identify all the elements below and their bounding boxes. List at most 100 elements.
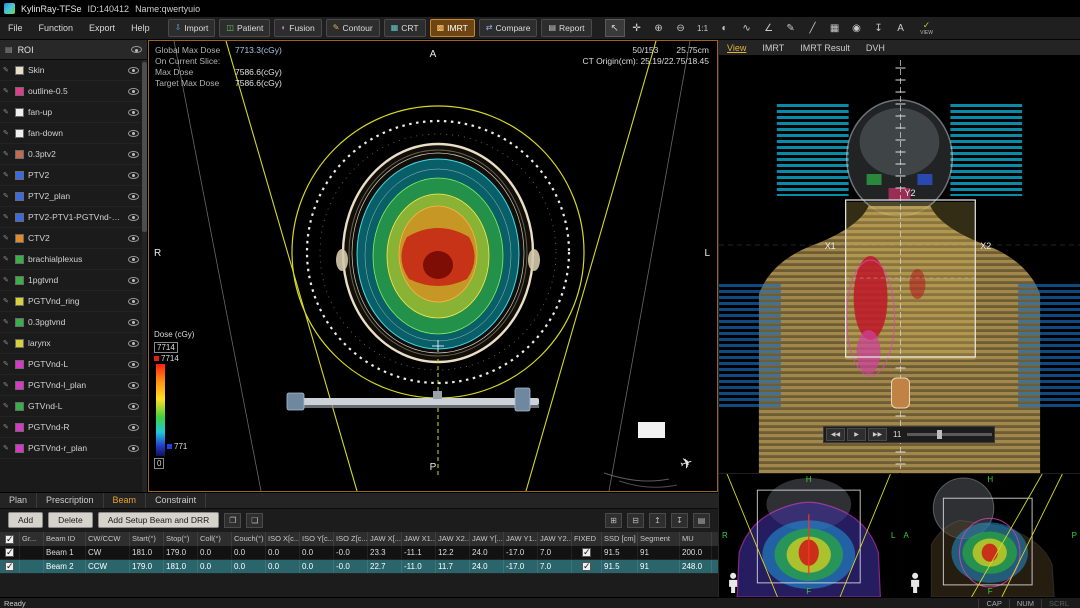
toolbar-button-report[interactable]: ▤ Report: [541, 19, 591, 37]
view-options-button[interactable]: ✓ VIEW: [914, 21, 940, 36]
copy-beam-icon[interactable]: ❐: [224, 513, 241, 528]
row-checkbox[interactable]: [0, 560, 20, 573]
toolbar-button-compare[interactable]: ⇄ Compare: [479, 19, 538, 37]
toolbar-button-import[interactable]: ⇩ Import: [168, 19, 216, 37]
roi-color-swatch[interactable]: [15, 192, 24, 201]
eye-icon[interactable]: [128, 214, 139, 221]
beam-list-icon[interactable]: ▤: [693, 513, 710, 528]
eye-icon[interactable]: [128, 172, 139, 179]
menu-file[interactable]: File: [0, 17, 31, 39]
tab-plan[interactable]: Plan: [0, 493, 37, 508]
roi-color-swatch[interactable]: [15, 129, 24, 138]
roi-color-swatch[interactable]: [15, 360, 24, 369]
beam-row-1[interactable]: Beam 1 CW 181.0 179.0 0.0 0.0 0.0 0.0 -0…: [0, 546, 718, 560]
eye-icon[interactable]: [128, 277, 139, 284]
roi-color-swatch[interactable]: [15, 444, 24, 453]
eye-icon[interactable]: [128, 361, 139, 368]
roi-row[interactable]: ✎brachialplexus: [0, 249, 142, 270]
roi-row[interactable]: ✎CTV2: [0, 228, 142, 249]
roi-color-swatch[interactable]: [15, 213, 24, 222]
menu-help[interactable]: Help: [123, 17, 158, 39]
tab-prescription[interactable]: Prescription: [37, 493, 104, 508]
eye-icon[interactable]: [131, 46, 142, 53]
roi-scrollbar[interactable]: [142, 60, 147, 492]
roi-row[interactable]: ✎PGTVnd-L: [0, 354, 142, 375]
toolbar-button-patient[interactable]: ◫ Patient: [219, 19, 270, 37]
toolbar-button-fusion[interactable]: ◐ Fusion: [274, 19, 321, 37]
roi-color-swatch[interactable]: [15, 276, 24, 285]
angle-measure-icon[interactable]: ∠: [759, 19, 779, 37]
capture-tool-icon[interactable]: ◉: [847, 19, 867, 37]
axial-ct-viewport[interactable]: ✈ Global Max Dose7713.3(cGy) On Current …: [148, 40, 718, 492]
eye-icon[interactable]: [128, 256, 139, 263]
eye-icon[interactable]: [128, 445, 139, 452]
roi-row[interactable]: ✎1pgtvnd: [0, 270, 142, 291]
add-beam-button[interactable]: Add: [8, 512, 43, 528]
tab-constraint[interactable]: Constraint: [146, 493, 206, 508]
move-beam-down-icon[interactable]: ↧: [671, 513, 688, 528]
roi-scrollbar-thumb[interactable]: [142, 62, 147, 232]
eye-icon[interactable]: [128, 235, 139, 242]
pencil-tool-icon[interactable]: ✎: [781, 19, 801, 37]
tab-imrt-result[interactable]: IMRT Result: [792, 40, 858, 56]
eye-icon[interactable]: [128, 151, 139, 158]
roi-color-swatch[interactable]: [15, 108, 24, 117]
roi-row[interactable]: ✎0.3pgtvnd: [0, 312, 142, 333]
eye-icon[interactable]: [128, 298, 139, 305]
roi-row[interactable]: ✎PTV2_plan: [0, 186, 142, 207]
roi-row[interactable]: ✎PGTVnd-R: [0, 417, 142, 438]
eye-icon[interactable]: [128, 67, 139, 74]
actual-size-icon[interactable]: 1:1: [693, 19, 713, 37]
move-beam-up-icon[interactable]: ↥: [649, 513, 666, 528]
pan-tool-icon[interactable]: ✛: [627, 19, 647, 37]
select-tool-icon[interactable]: ↖: [605, 19, 625, 37]
play-button[interactable]: ▶: [847, 428, 866, 441]
eye-icon[interactable]: [128, 340, 139, 347]
ruler-tool-icon[interactable]: ╱: [803, 19, 823, 37]
select-all-checkbox[interactable]: [0, 532, 20, 546]
eye-icon[interactable]: [128, 88, 139, 95]
roi-color-swatch[interactable]: [15, 171, 24, 180]
rewind-button[interactable]: ◀◀: [826, 428, 845, 441]
paste-beam-icon[interactable]: ❏: [246, 513, 263, 528]
roi-color-swatch[interactable]: [15, 255, 24, 264]
beam-eye-view[interactable]: X1 X2 Y2 ◀◀ ▶ ▶▶ 11: [719, 56, 1080, 473]
tab-dvh[interactable]: DVH: [858, 40, 893, 56]
roi-row[interactable]: ✎PTV2-PTV1-PGTVnd-PGTVn:: [0, 207, 142, 228]
zoom-in-icon[interactable]: ⊕: [649, 19, 669, 37]
window-level-icon[interactable]: ◐: [715, 19, 735, 37]
roi-color-swatch[interactable]: [15, 150, 24, 159]
roi-row[interactable]: ✎PTV2: [0, 165, 142, 186]
roi-row[interactable]: ✎PGTVnd-r_plan: [0, 438, 142, 459]
playback-slider[interactable]: [907, 433, 992, 436]
grid-tool-icon[interactable]: ▦: [825, 19, 845, 37]
roi-color-swatch[interactable]: [15, 339, 24, 348]
text-annotation-icon[interactable]: A: [891, 19, 911, 37]
cell-fixed-checkbox[interactable]: [572, 546, 602, 559]
row-checkbox[interactable]: [0, 546, 20, 559]
roi-row[interactable]: ✎larynx: [0, 333, 142, 354]
tab-beam[interactable]: Beam: [104, 493, 147, 508]
eye-icon[interactable]: [128, 403, 139, 410]
roi-color-swatch[interactable]: [15, 423, 24, 432]
eye-icon[interactable]: [128, 109, 139, 116]
coronal-preview[interactable]: H R L F: [719, 473, 899, 597]
beam-row-2[interactable]: Beam 2 CCW 179.0 181.0 0.0 0.0 0.0 0.0 -…: [0, 560, 718, 574]
roi-row[interactable]: ✎PGTVnd_ring: [0, 291, 142, 312]
toolbar-button-crt[interactable]: ▦ CRT: [384, 19, 426, 37]
menu-export[interactable]: Export: [81, 17, 123, 39]
eye-icon[interactable]: [128, 319, 139, 326]
export-image-icon[interactable]: ↧: [869, 19, 889, 37]
add-setup-beam-drr-button[interactable]: Add Setup Beam and DRR: [98, 512, 220, 528]
roi-color-swatch[interactable]: [15, 234, 24, 243]
eye-icon[interactable]: [128, 193, 139, 200]
sagittal-preview[interactable]: H A P F: [901, 473, 1080, 597]
roi-color-swatch[interactable]: [15, 297, 24, 306]
tab-imrt[interactable]: IMRT: [754, 40, 792, 56]
forward-button[interactable]: ▶▶: [868, 428, 887, 441]
zoom-out-icon[interactable]: ⊖: [671, 19, 691, 37]
roi-color-swatch[interactable]: [15, 402, 24, 411]
roi-color-swatch[interactable]: [15, 66, 24, 75]
profile-curve-icon[interactable]: ∿: [737, 19, 757, 37]
add-row-icon[interactable]: ⊞: [605, 513, 622, 528]
